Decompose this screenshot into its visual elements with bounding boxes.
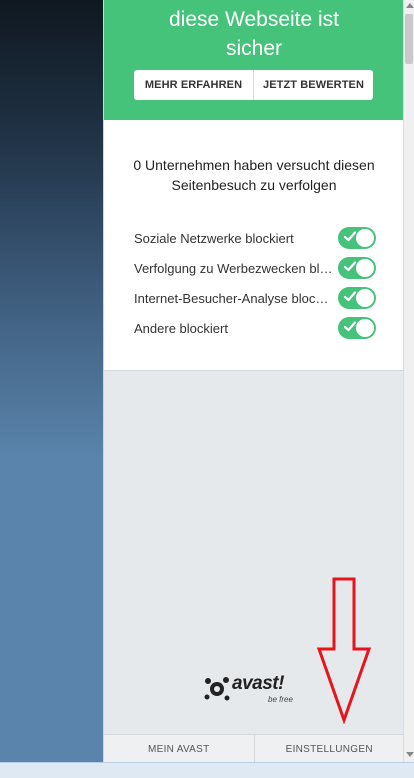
tracker-row-advertising: Verfolgung zu Werbezwecken blockiert	[134, 253, 376, 283]
my-avast-tab[interactable]: MEIN AVAST	[104, 735, 254, 763]
scroll-up-icon[interactable]	[406, 3, 414, 8]
scroll-thumb[interactable]	[405, 14, 413, 64]
red-arrow-annotation-icon	[316, 577, 372, 724]
tracker-label: Andere blockiert	[134, 320, 228, 336]
toggle-knob	[356, 319, 374, 337]
tracker-row-analytics: Internet-Besucher-Analyse blockiert	[134, 283, 376, 313]
checkmark-icon	[343, 321, 357, 332]
scroll-down-icon[interactable]	[406, 752, 414, 757]
settings-tab[interactable]: EINSTELLUNGEN	[253, 735, 405, 763]
tracker-label: Verfolgung zu Werbezwecken blockiert	[134, 260, 334, 276]
learn-more-button[interactable]: MEHR ERFAHREN	[134, 70, 253, 100]
tracker-summary: 0 Unternehmen haben versucht diesen Seit…	[133, 157, 375, 193]
footer-nav: MEIN AVAST EINSTELLUNGEN	[104, 734, 404, 763]
other-trackers-toggle[interactable]	[338, 317, 376, 339]
page-background	[0, 0, 104, 762]
avast-ball-icon	[204, 677, 230, 701]
tracking-card: 0 Unternehmen haben versucht diesen Seit…	[104, 120, 404, 371]
vertical-scrollbar[interactable]	[403, 0, 414, 762]
advertising-tracking-toggle[interactable]	[338, 257, 376, 279]
toggle-knob	[356, 229, 374, 247]
tracker-row-social: Soziale Netzwerke blockiert	[134, 223, 376, 253]
visitor-analytics-toggle[interactable]	[338, 287, 376, 309]
logo-tagline: be free	[268, 695, 293, 704]
tracker-list: Soziale Netzwerke blockiert Verfolgung z…	[134, 223, 376, 343]
tracker-row-other: Andere blockiert	[134, 313, 376, 343]
tracker-label: Soziale Netzwerke blockiert	[134, 230, 294, 246]
checkmark-icon	[343, 261, 357, 272]
logo-wordmark: avast!	[232, 673, 284, 694]
tracker-label: Internet-Besucher-Analyse blockiert	[134, 290, 334, 306]
checkmark-icon	[343, 231, 357, 242]
site-status-title: diese Webseite ist sicher	[168, 8, 340, 60]
header-button-group: MEHR ERFAHREN JETZT BEWERTEN	[134, 70, 373, 100]
checkmark-icon	[343, 291, 357, 302]
rate-now-button[interactable]: JETZT BEWERTEN	[253, 70, 373, 100]
social-networks-toggle[interactable]	[338, 227, 376, 249]
toggle-knob	[356, 259, 374, 277]
status-header: diese Webseite ist sicher MEHR ERFAHREN …	[104, 0, 404, 120]
bottom-strip	[0, 762, 414, 778]
avast-logo: avast! be free	[202, 671, 302, 707]
toggle-knob	[356, 289, 374, 307]
